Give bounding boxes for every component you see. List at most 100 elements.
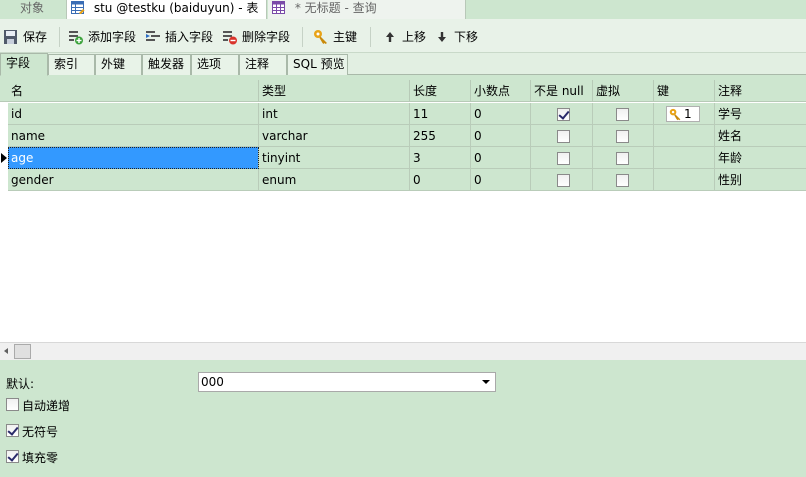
row-indicator[interactable] [0, 103, 8, 125]
toolbar-separator [370, 27, 371, 47]
tab-table-design[interactable]: stu @testku (baiduyun) - 表 [66, 0, 267, 19]
default-value-input[interactable] [199, 373, 475, 391]
column-header-virtual[interactable]: 虚拟 [593, 80, 654, 102]
delete-field-icon [222, 29, 238, 45]
tab-fields[interactable]: 字段 [0, 53, 48, 76]
add-field-icon [68, 29, 84, 45]
cell-name[interactable]: age [8, 147, 259, 169]
column-header-length[interactable]: 长度 [410, 80, 471, 102]
cell-key[interactable] [654, 125, 715, 147]
tab-table-design-label: stu @testku (baiduyun) - 表 [93, 1, 259, 15]
table-row[interactable]: id int 11 0 1 学号 [8, 103, 806, 125]
cell-not-null[interactable] [531, 147, 593, 169]
primary-key-button[interactable]: 主键 [313, 28, 357, 46]
table-row[interactable]: age tinyint 3 0 年龄 [8, 147, 806, 169]
default-label: 默认: [6, 377, 35, 391]
column-header-type[interactable]: 类型 [259, 80, 410, 102]
tab-sql-preview[interactable]: SQL 预览 [287, 54, 348, 75]
row-indicator[interactable] [0, 169, 8, 191]
add-field-button-label: 添加字段 [88, 30, 137, 44]
tab-indexes-label: 索引 [54, 57, 79, 71]
virtual-checkbox[interactable] [616, 108, 629, 121]
cell-name[interactable]: id [8, 103, 259, 125]
tab-triggers[interactable]: 触发器 [142, 54, 191, 75]
not-null-checkbox[interactable] [557, 108, 570, 121]
column-header-comment[interactable]: 注释 [715, 80, 806, 102]
cell-decimals[interactable]: 0 [471, 147, 531, 169]
add-field-button[interactable]: 添加字段 [68, 28, 136, 46]
tab-options[interactable]: 选项 [191, 54, 239, 75]
tab-indexes[interactable]: 索引 [48, 54, 95, 75]
tab-sql-preview-label: SQL 预览 [293, 57, 345, 71]
scroll-left-arrow-icon[interactable] [4, 348, 8, 354]
cell-decimals[interactable]: 0 [471, 169, 531, 191]
cell-length[interactable]: 3 [410, 147, 471, 169]
auto-increment-label: 自动递增 [22, 399, 71, 413]
horizontal-scrollbar[interactable] [0, 342, 806, 360]
arrow-up-icon [382, 29, 398, 45]
tab-untitled-query[interactable]: * 无标题 - 查询 [268, 0, 466, 19]
cell-comment[interactable]: 姓名 [715, 125, 806, 147]
cell-virtual[interactable] [593, 169, 654, 191]
cell-name[interactable]: gender [8, 169, 259, 191]
chevron-down-icon[interactable] [477, 373, 495, 391]
not-null-checkbox[interactable] [557, 152, 570, 165]
cell-type[interactable]: enum [259, 169, 410, 191]
insert-field-button[interactable]: 插入字段 [145, 28, 213, 46]
default-value-combobox[interactable] [198, 372, 496, 392]
cell-not-null[interactable] [531, 169, 593, 191]
cell-type[interactable]: int [259, 103, 410, 125]
column-header-key[interactable]: 键 [654, 80, 715, 102]
save-icon [3, 29, 19, 45]
delete-field-button[interactable]: 删除字段 [222, 28, 290, 46]
cell-decimals[interactable]: 0 [471, 125, 531, 147]
cell-type[interactable]: varchar [259, 125, 410, 147]
cell-length[interactable]: 0 [410, 169, 471, 191]
cell-key[interactable] [654, 147, 715, 169]
cell-virtual[interactable] [593, 147, 654, 169]
row-indicator[interactable] [0, 125, 8, 147]
cell-comment[interactable]: 学号 [715, 103, 806, 125]
cell-decimals[interactable]: 0 [471, 103, 531, 125]
cell-name[interactable]: name [8, 125, 259, 147]
tab-comment-label: 注释 [245, 57, 270, 71]
cell-virtual[interactable] [593, 125, 654, 147]
cell-length[interactable]: 11 [410, 103, 471, 125]
delete-field-button-label: 删除字段 [242, 30, 291, 44]
primary-key-button-label: 主键 [333, 30, 358, 44]
move-up-button[interactable]: 上移 [382, 28, 426, 46]
unsigned-label: 无符号 [22, 425, 59, 439]
virtual-checkbox[interactable] [616, 130, 629, 143]
save-button[interactable]: 保存 [3, 28, 47, 46]
not-null-checkbox[interactable] [557, 130, 570, 143]
column-header-name[interactable]: 名 [8, 80, 259, 102]
cell-type[interactable]: tinyint [259, 147, 410, 169]
move-down-button[interactable]: 下移 [434, 28, 478, 46]
column-header-decimals[interactable]: 小数点 [471, 80, 531, 102]
tab-foreign-keys[interactable]: 外键 [95, 54, 142, 75]
zerofill-checkbox[interactable] [6, 450, 19, 463]
cell-comment[interactable]: 性别 [715, 169, 806, 191]
column-header-not-null[interactable]: 不是 null [531, 80, 593, 102]
table-row[interactable]: gender enum 0 0 性别 [8, 169, 806, 191]
cell-key[interactable]: 1 [654, 103, 715, 125]
fields-grid: 名 类型 长度 小数点 不是 null 虚拟 键 注释 id int 11 0 1 学号 n… [0, 80, 806, 342]
cell-comment[interactable]: 年龄 [715, 147, 806, 169]
design-section-tabs: 字段 索引 外键 触发器 选项 注释 SQL 预览 [0, 53, 806, 76]
table-row[interactable]: name varchar 255 0 姓名 [8, 125, 806, 147]
tab-objects[interactable]: 对象 [0, 0, 64, 19]
virtual-checkbox[interactable] [616, 174, 629, 187]
cell-length[interactable]: 255 [410, 125, 471, 147]
tab-comment[interactable]: 注释 [239, 54, 287, 75]
cell-not-null[interactable] [531, 103, 593, 125]
cell-not-null[interactable] [531, 125, 593, 147]
cell-virtual[interactable] [593, 103, 654, 125]
auto-increment-checkbox[interactable] [6, 398, 19, 411]
unsigned-checkbox[interactable] [6, 424, 19, 437]
virtual-checkbox[interactable] [616, 152, 629, 165]
not-null-checkbox[interactable] [557, 174, 570, 187]
scrollbar-thumb[interactable] [14, 344, 31, 359]
cell-key[interactable] [654, 169, 715, 191]
row-indicator[interactable] [0, 147, 8, 169]
grid-header: 名 类型 长度 小数点 不是 null 虚拟 键 注释 [0, 80, 806, 102]
